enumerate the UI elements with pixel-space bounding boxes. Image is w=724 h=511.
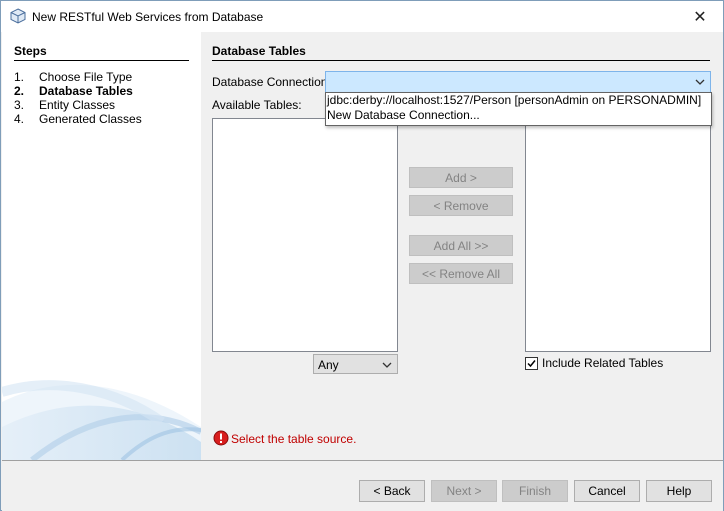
remove-all-button[interactable]: << Remove All bbox=[409, 263, 513, 284]
checkmark-icon bbox=[527, 359, 536, 367]
database-connection-combo[interactable] bbox=[325, 71, 711, 93]
available-tables-label: Available Tables: bbox=[212, 98, 302, 112]
add-all-button[interactable]: Add All >> bbox=[409, 235, 513, 256]
remove-button[interactable]: < Remove bbox=[409, 195, 513, 216]
close-icon: ✕ bbox=[693, 8, 707, 26]
chevron-down-icon bbox=[382, 362, 392, 368]
back-button[interactable]: < Back bbox=[359, 480, 425, 502]
step-item: 4. Generated Classes bbox=[14, 112, 142, 126]
table-filter-combo[interactable]: Any bbox=[313, 354, 398, 374]
include-related-tables-checkbox[interactable] bbox=[525, 356, 538, 370]
button-bar: < Back Next > Finish Cancel Help bbox=[2, 460, 723, 511]
include-related-tables-label: Include Related Tables bbox=[542, 356, 664, 370]
section-title: Database Tables bbox=[212, 44, 710, 61]
window-title: New RESTful Web Services from Database bbox=[32, 10, 264, 24]
dropdown-option-new-connection[interactable]: New Database Connection... bbox=[326, 108, 711, 123]
steps-list: 1. Choose File Type 2. Database Tables 3. E… bbox=[14, 70, 142, 126]
error-icon bbox=[213, 430, 229, 446]
steps-title: Steps bbox=[14, 44, 189, 61]
dropdown-option-derby-connection[interactable]: jdbc:derby://localhost:1527/Person [pers… bbox=[326, 93, 711, 108]
error-message: Select the table source. bbox=[231, 432, 357, 446]
steps-panel: Steps 1. Choose File Type 2. Database Tabl… bbox=[2, 32, 201, 460]
close-button[interactable]: ✕ bbox=[677, 1, 723, 32]
decorative-swoosh-graphic bbox=[2, 380, 201, 460]
finish-button[interactable]: Finish bbox=[502, 480, 568, 502]
step-item: 3. Entity Classes bbox=[14, 98, 116, 112]
help-button[interactable]: Help bbox=[646, 480, 712, 502]
chevron-down-icon bbox=[695, 79, 705, 85]
selected-tables-list[interactable] bbox=[525, 118, 711, 352]
cancel-button[interactable]: Cancel bbox=[574, 480, 640, 502]
step-item: 1. Choose File Type bbox=[14, 70, 133, 84]
database-connection-dropdown: jdbc:derby://localhost:1527/Person [pers… bbox=[325, 92, 712, 126]
table-filter-value: Any bbox=[318, 358, 339, 372]
available-tables-list[interactable] bbox=[212, 118, 398, 352]
content-panel: Database Tables Database Connection: jdb… bbox=[201, 32, 723, 460]
netbeans-cube-icon bbox=[10, 8, 26, 24]
database-connection-label: Database Connection: bbox=[212, 75, 331, 89]
step-item-current: 2. Database Tables bbox=[14, 84, 133, 98]
add-button[interactable]: Add > bbox=[409, 167, 513, 188]
next-button[interactable]: Next > bbox=[431, 480, 497, 502]
include-related-tables-option[interactable]: Include Related Tables bbox=[525, 356, 663, 370]
title-bar: New RESTful Web Services from Database ✕ bbox=[1, 1, 723, 32]
wizard-dialog: New RESTful Web Services from Database ✕… bbox=[0, 0, 724, 511]
